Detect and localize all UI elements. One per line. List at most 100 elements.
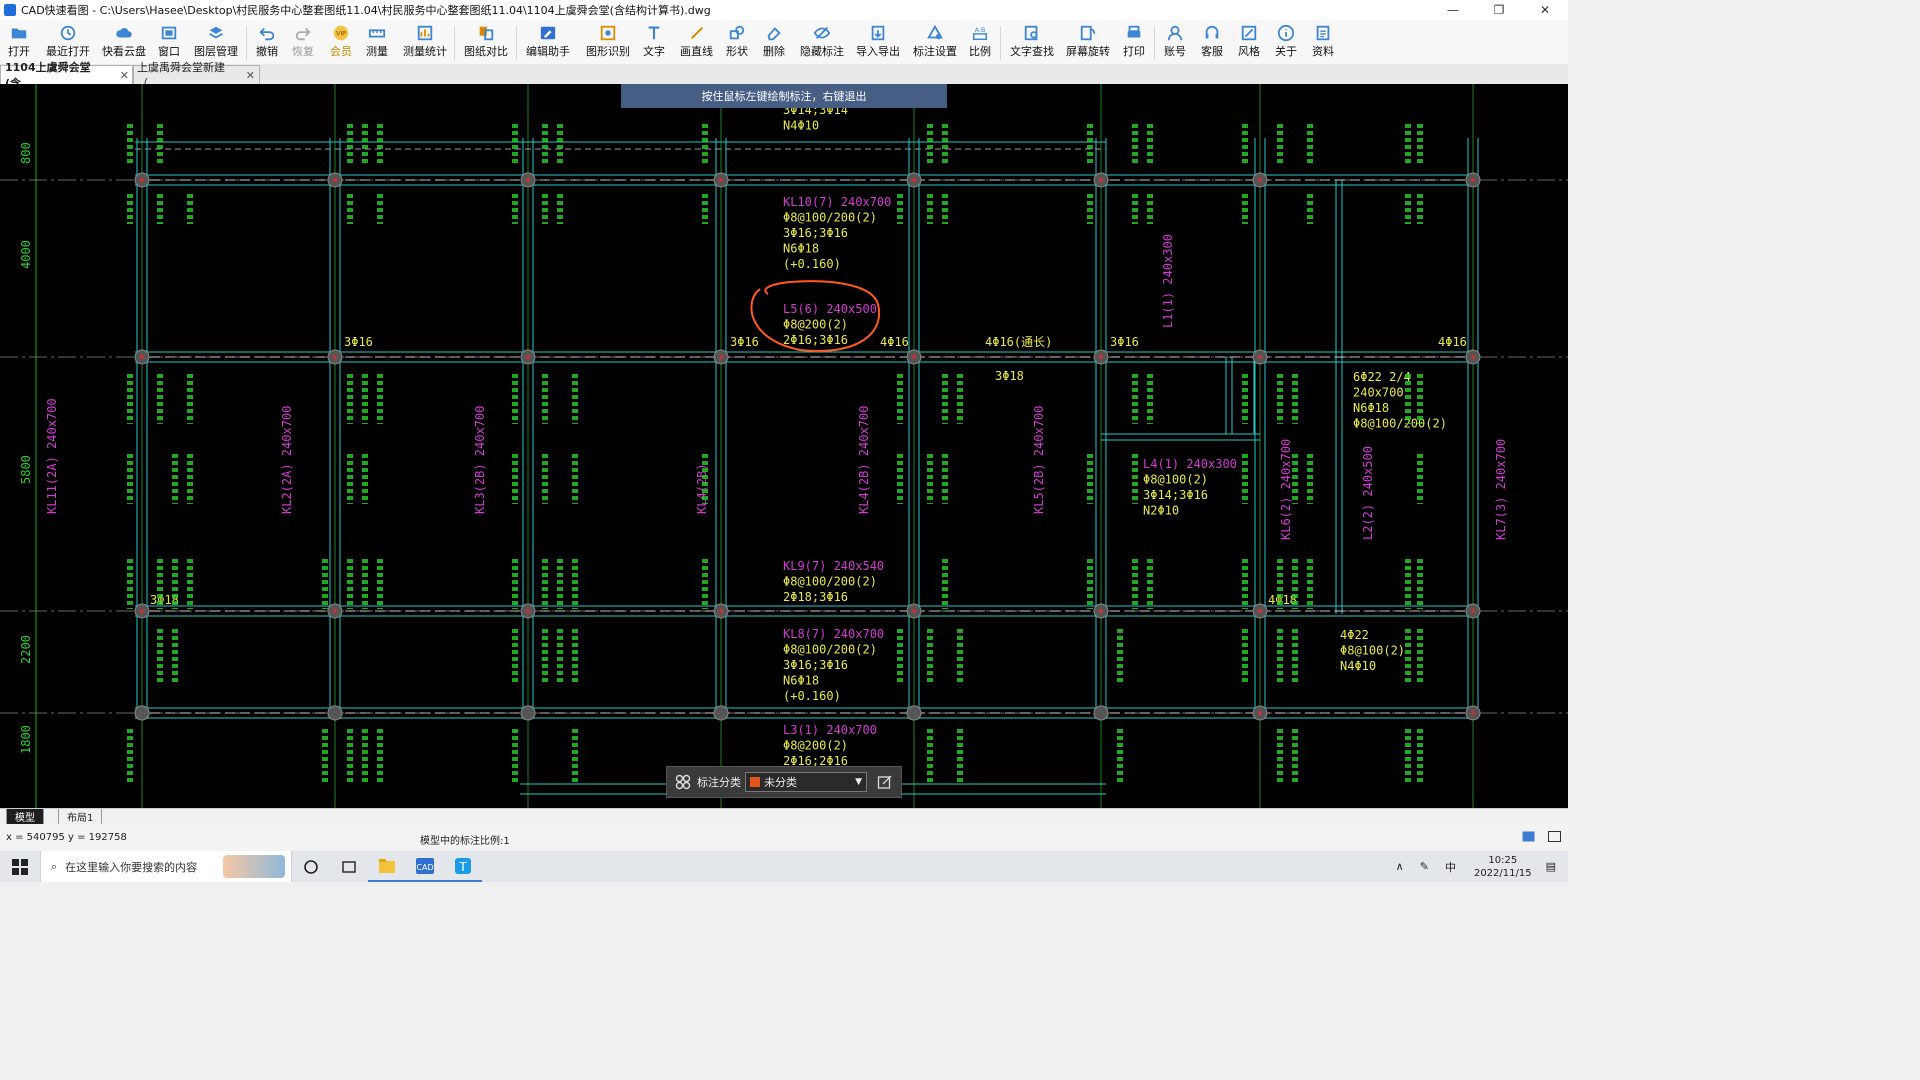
ime-indicator[interactable]: 中 [1445, 859, 1456, 875]
toolbar-button-label: 会员 [330, 43, 352, 59]
toolbar-button-compare[interactable]: 图纸对比 [464, 23, 508, 59]
annotation-scale: 模型中的标注比例:1 [420, 832, 510, 847]
vertical-beam-label: KL6(2) 240x700 [1279, 439, 1293, 540]
import-export-icon [868, 23, 888, 43]
vertical-beam-label: L2(2) 240x500 [1361, 446, 1375, 540]
toolbar-button-line[interactable]: 画直线 [680, 23, 713, 59]
tab-document-1[interactable]: 1104上虞舜会堂(含…✕ [0, 65, 134, 84]
text-icon [644, 23, 664, 43]
rebar-label: 4Φ16 [1438, 335, 1467, 349]
toolbar-button-label: 屏幕旋转 [1066, 43, 1110, 59]
toolbar-button-text-search[interactable]: 文字查找 [1010, 23, 1054, 59]
beam-label-kl8: Φ8@100/200(2) [783, 643, 877, 657]
toolbar-button-folder[interactable]: 打开 [8, 23, 30, 59]
maximize-button[interactable]: ❐ [1476, 0, 1522, 20]
toolbar-button-layers[interactable]: 图层管理 [194, 23, 238, 59]
toolbar-button-eraser[interactable]: 删除 [763, 23, 785, 59]
category-value: 未分类 [764, 774, 797, 790]
vertical-beam-label: KL11(2A) 240x700 [45, 398, 59, 514]
cad-drawing[interactable]: 800 4000 5800 2200 1800 KL10(7) 240x700 Φ8@100… [0, 84, 1568, 808]
dimension-label: 4000 [19, 240, 33, 269]
cortana-icon[interactable] [292, 851, 330, 882]
tab-model[interactable]: 模型 [6, 809, 44, 825]
beam-label-kl8: KL8(7) 240x700 [783, 627, 884, 641]
beam-label-kl8: (+0.160) [783, 689, 841, 703]
toolbar-button-shape[interactable]: 形状 [726, 23, 748, 59]
column-core [1099, 178, 1103, 182]
toolbar-button-measure[interactable]: 测量 [366, 23, 388, 59]
rebar-label: 4Φ16 [880, 335, 909, 349]
chevron-up-icon[interactable]: ∧ [1396, 860, 1404, 873]
os-taskbar: ⌕ 在这里输入你要搜索的内容 CAD T ∧ ✎ 中 10:25 2022/11… [0, 851, 1568, 882]
toolbar-button-label: 文字 [643, 43, 665, 59]
toolbar-button-measure-stats[interactable]: 测量统计 [403, 23, 447, 59]
toolbar-button-annotation-settings[interactable]: 标注设置 [913, 23, 957, 59]
clock-date: 2022/11/15 [1474, 867, 1532, 880]
toolbar-button-vip[interactable]: VIP 会员 [330, 23, 352, 59]
folder-icon [9, 23, 29, 43]
taskbar-search[interactable]: ⌕ 在这里输入你要搜索的内容 [40, 851, 292, 882]
toolbar-button-edit-assistant[interactable]: 编辑助手 [526, 23, 570, 59]
clock[interactable]: 10:25 2022/11/15 [1474, 854, 1532, 880]
toolbar-button-rotate[interactable]: 屏幕旋转 [1066, 23, 1110, 59]
toolbar-button-cloud[interactable]: 快看云盘 [102, 23, 146, 59]
toolbar-button-label: 图形识别 [586, 43, 630, 59]
window-title: CAD快速看图 - C:\Users\Hasee\Desktop\村民服务中心整… [21, 2, 711, 18]
grid-icon[interactable] [675, 774, 691, 790]
snap-toggle-icon[interactable] [1522, 831, 1535, 842]
tab-layout1[interactable]: 布局1 [58, 809, 102, 825]
close-tab-icon[interactable]: ✕ [246, 69, 255, 82]
cad-app-taskbar-icon[interactable]: CAD [406, 851, 444, 882]
toolbar-button-label: 文字查找 [1010, 43, 1054, 59]
column-core [912, 178, 916, 182]
drawing-canvas[interactable]: 800 4000 5800 2200 1800 KL10(7) 240x700 Φ8@100… [0, 84, 1568, 808]
clock-time: 10:25 [1474, 854, 1532, 867]
layout-tab-bar: 模型 布局1 [0, 808, 1568, 825]
toolbar-button-print[interactable]: 打印 [1123, 23, 1145, 59]
toolbar-button-redo[interactable]: 恢复 [292, 23, 314, 59]
toolbar-button-undo[interactable]: 撤销 [256, 23, 278, 59]
file-explorer-icon[interactable] [368, 851, 406, 882]
beam-label-l5: Φ8@200(2) [783, 318, 848, 332]
dimension-label: 2200 [19, 635, 33, 664]
toolbar-button-shape-recognize[interactable]: 图形识别 [586, 23, 630, 59]
toolbar-button-docs[interactable]: 资料 [1312, 23, 1334, 59]
toolbar-button-label: 测量统计 [403, 43, 447, 59]
column-node [328, 706, 342, 720]
toolbar-button-style[interactable]: 风格 [1238, 23, 1260, 59]
close-tab-icon[interactable]: ✕ [120, 69, 129, 82]
toolbar-button-account[interactable]: 账号 [1164, 23, 1186, 59]
annotation-category-select[interactable]: 未分类 ▼ [745, 772, 867, 792]
toolbar-button-history[interactable]: 最近打开 [46, 23, 90, 59]
minimize-button[interactable]: — [1430, 0, 1476, 20]
toolbar-button-label: 客服 [1201, 43, 1223, 59]
windows-start-icon[interactable] [0, 851, 40, 882]
toolbar-button-hide-annotation[interactable]: 隐藏标注 [800, 23, 844, 59]
pen-icon[interactable]: ✎ [1420, 860, 1429, 873]
history-icon [58, 23, 78, 43]
rotate-icon [1078, 23, 1098, 43]
toolbar-button-text[interactable]: 文字 [643, 23, 665, 59]
toolbar-button-scale[interactable]: A:B 比例 [969, 23, 991, 59]
category-color-swatch [750, 777, 760, 787]
column-core [1258, 178, 1262, 182]
tab-document-2[interactable]: 上虞禹舜会堂新建（…✕ [132, 65, 260, 84]
toolbar-button-support[interactable]: 客服 [1201, 23, 1223, 59]
docs-icon [1313, 23, 1333, 43]
toolbar-button-window[interactable]: 窗口 [158, 23, 180, 59]
notification-icon[interactable]: ▤ [1546, 860, 1556, 873]
rebar-label: 3Φ16 [730, 335, 759, 349]
tool-app-taskbar-icon[interactable]: T [444, 851, 482, 882]
shape-icon [727, 23, 747, 43]
close-button[interactable]: ✕ [1522, 0, 1568, 20]
beam-label-kl9: Φ8@100/200(2) [783, 575, 877, 589]
task-view-icon[interactable] [330, 851, 368, 882]
window-controls: — ❐ ✕ [1430, 0, 1568, 20]
beam-label-kl10: KL10(7) 240x700 [783, 195, 891, 209]
svg-text:T: T [458, 860, 467, 874]
fullscreen-icon[interactable] [1548, 831, 1561, 842]
toolbar-button-import-export[interactable]: 导入导出 [856, 23, 900, 59]
status-bar: x = 540795 y = 192758 模型中的标注比例:1 [0, 824, 1568, 851]
toolbar-button-about[interactable]: 关于 [1275, 23, 1297, 59]
edit-icon[interactable] [877, 774, 893, 790]
